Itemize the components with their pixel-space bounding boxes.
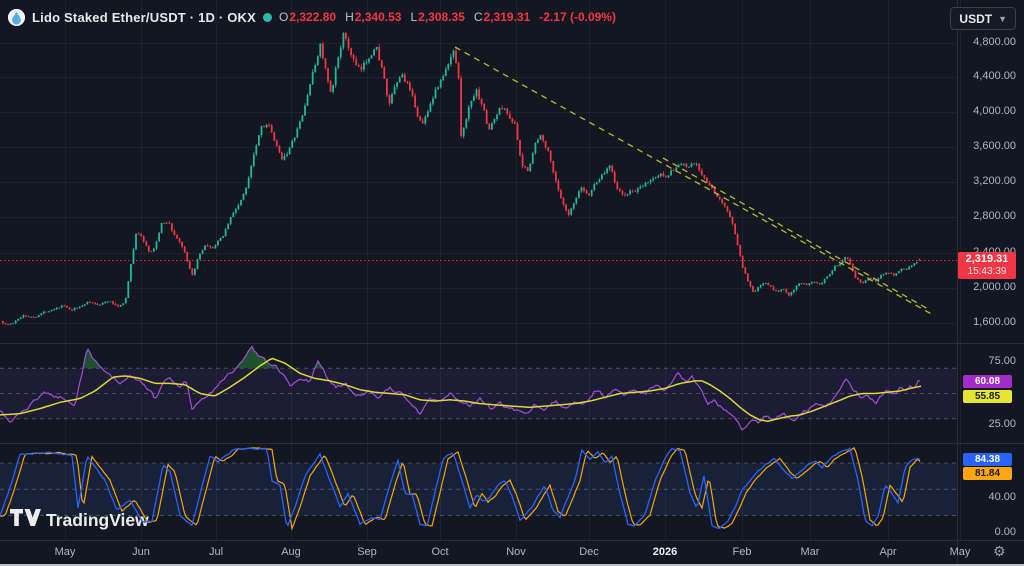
time-tick-apr: Apr xyxy=(879,546,897,558)
trading-chart-app: TradingView Lido Staked Ether/USDT · 1D … xyxy=(0,0,1024,566)
time-tick-mar: Mar xyxy=(800,546,820,558)
price-tick: 3,200.00 xyxy=(973,175,1016,187)
time-tick-may: May xyxy=(949,546,971,558)
price-tick: 2,800.00 xyxy=(973,210,1016,222)
currency-selector-button[interactable]: USDT ▼ xyxy=(950,7,1016,30)
time-tick-sep: Sep xyxy=(357,546,377,558)
chart-canvas[interactable]: TradingView xyxy=(0,0,1024,566)
price-tick: 4,400.00 xyxy=(973,70,1016,82)
price-tick: 2,400.00 xyxy=(973,246,1016,258)
time-tick-jun: Jun xyxy=(132,546,150,558)
chevron-down-icon: ▼ xyxy=(998,13,1007,24)
time-tick-nov: Nov xyxy=(506,546,526,558)
stoch-tick: 40.00 xyxy=(988,491,1016,503)
time-tick-feb: Feb xyxy=(732,546,752,558)
symbol-title[interactable]: Lido Staked Ether/USDT · 1D · OKX xyxy=(32,10,256,25)
price-tick: 4,000.00 xyxy=(973,105,1016,117)
rsi-tick: 75.00 xyxy=(988,355,1016,367)
time-tick-may: May xyxy=(54,546,76,558)
price-tick: 4,800.00 xyxy=(973,36,1016,48)
rsi-tick: 25.00 xyxy=(988,418,1016,430)
time-tick-aug: Aug xyxy=(281,546,301,558)
price-tick: 1,600.00 xyxy=(973,316,1016,328)
price-tick: 3,600.00 xyxy=(973,140,1016,152)
time-tick-dec: Dec xyxy=(579,546,599,558)
time-tick-jul: Jul xyxy=(208,546,224,558)
time-tick-2026: 2026 xyxy=(652,546,678,558)
svg-text:TradingView: TradingView xyxy=(46,510,149,530)
time-tick-oct: Oct xyxy=(431,546,449,558)
price-tick: 2,000.00 xyxy=(973,281,1016,293)
stoch-tick: 0.00 xyxy=(994,526,1016,538)
gear-icon[interactable]: ⚙ xyxy=(993,543,1006,560)
